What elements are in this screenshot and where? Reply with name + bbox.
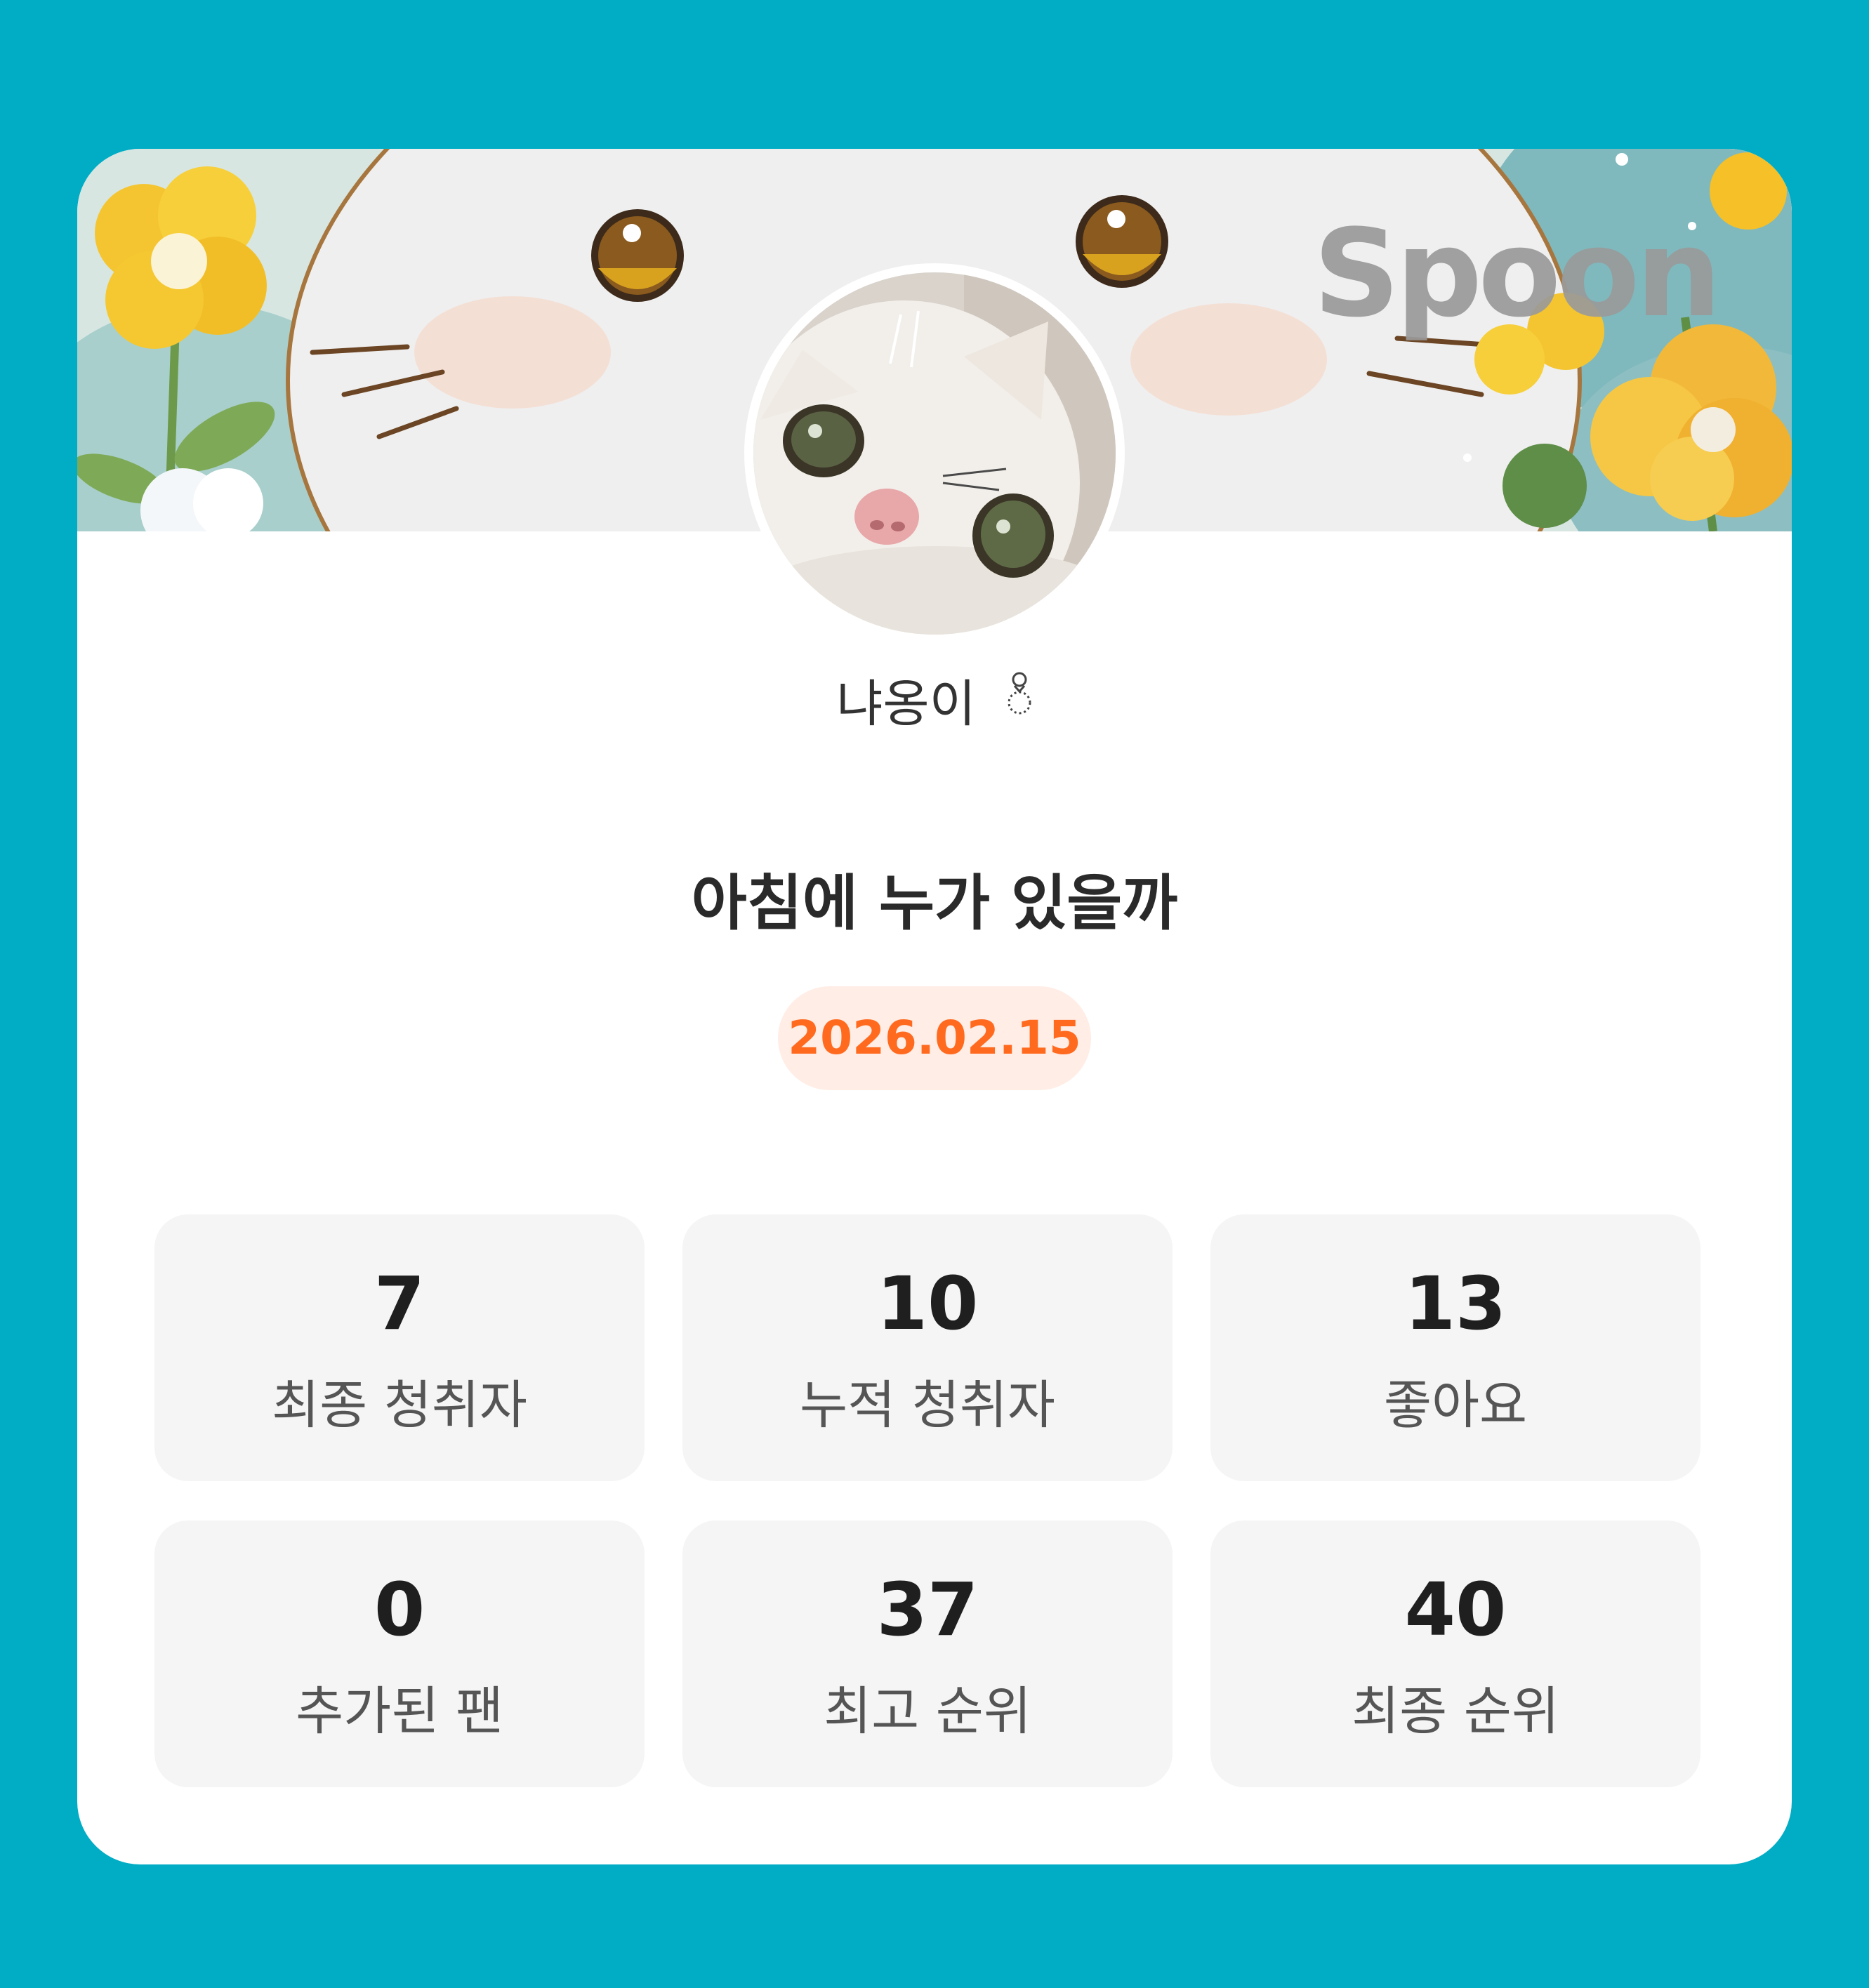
stat-likes: 13 좋아요 (1210, 1214, 1700, 1481)
stat-value: 7 (374, 1261, 425, 1346)
broadcast-title: 아침에 누가 있을까 (691, 868, 1178, 939)
stat-final-listeners: 7 최종 청취자 (154, 1214, 645, 1481)
spoon-logo: Spoon (1313, 203, 1722, 344)
broadcast-date-badge: 2026.02.15 (778, 986, 1091, 1090)
stat-total-listeners: 10 누적 청취자 (682, 1214, 1173, 1481)
stat-value: 10 (876, 1261, 979, 1346)
stat-final-rank: 40 최종 순위 (1210, 1520, 1700, 1787)
stat-value: 37 (876, 1567, 979, 1652)
cat-avatar-icon (753, 272, 1116, 635)
stat-label: 추가된 팬 (296, 1681, 503, 1742)
stat-label: 최종 순위 (1352, 1681, 1559, 1742)
profile-nickname-row: 냐옹이 (77, 665, 1792, 738)
stat-value: 0 (374, 1567, 425, 1652)
broadcast-summary-card: Spoon 냐옹이 아침에 누가 있을까 2026.02.15 7 최종 청취자… (77, 149, 1792, 1864)
stat-best-rank: 37 최고 순위 (682, 1520, 1173, 1787)
stat-value: 13 (1404, 1261, 1507, 1346)
stat-label: 최종 청취자 (272, 1375, 527, 1436)
stat-label: 누적 청취자 (800, 1375, 1055, 1436)
stat-label: 좋아요 (1383, 1375, 1528, 1436)
stat-new-fans: 0 추가된 팬 (154, 1520, 645, 1787)
nickname: 냐옹이 (836, 674, 976, 734)
stat-value: 40 (1404, 1567, 1507, 1652)
avatar[interactable] (744, 263, 1125, 644)
stat-label: 최고 순위 (824, 1681, 1031, 1742)
ring-icon (1006, 664, 1033, 734)
